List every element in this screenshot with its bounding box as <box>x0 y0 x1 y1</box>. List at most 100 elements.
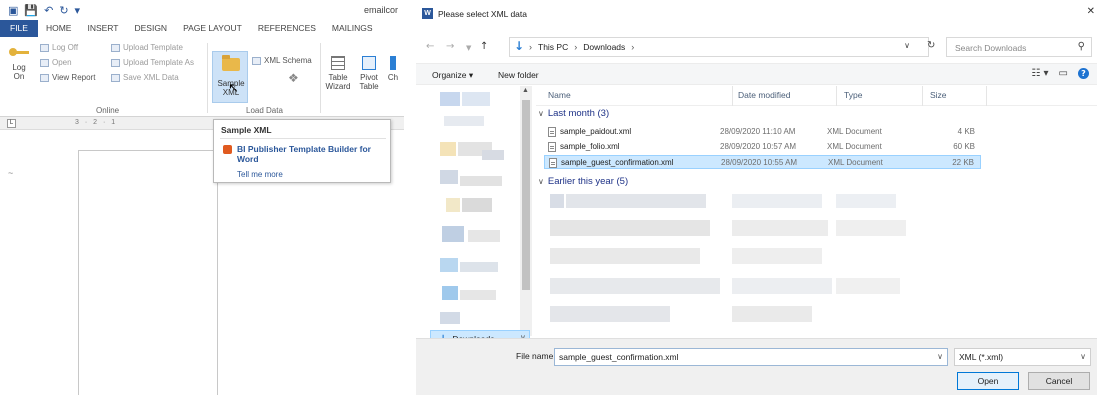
customize-qat-icon[interactable]: ▾ <box>75 4 81 17</box>
preview-pane-icon[interactable]: ▭ <box>1059 68 1068 79</box>
log-off-button[interactable]: Log Off <box>40 43 78 52</box>
scroll-up-icon[interactable]: ▲ <box>522 87 529 94</box>
blurred-file-row <box>836 278 900 294</box>
dialog-title: Please select XML data <box>438 9 527 19</box>
forward-arrow-icon[interactable]: → <box>446 41 454 52</box>
column-size[interactable]: Size <box>930 90 947 100</box>
tab-page-layout[interactable]: PAGE LAYOUT <box>175 20 250 37</box>
recent-locations-chevron-icon[interactable]: ▼ <box>466 44 471 52</box>
save-xml-data-icon <box>111 73 120 82</box>
close-icon[interactable]: ✕ <box>1087 6 1095 17</box>
undo-icon[interactable]: ↶ <box>44 4 53 17</box>
open-button[interactable]: Open <box>957 372 1019 390</box>
up-arrow-icon[interactable]: ↑ <box>480 41 488 52</box>
blurred-nav-item <box>440 142 456 156</box>
margin-marker: ~ <box>8 168 14 178</box>
file-row[interactable]: sample_folio.xml 28/09/2020 10:57 AM XML… <box>544 140 981 154</box>
file-name-input[interactable]: sample_guest_confirmation.xml ∨ <box>554 348 948 366</box>
breadcrumb-separator-icon: › <box>529 42 532 52</box>
tab-file[interactable]: FILE <box>0 20 38 37</box>
upload-template-button[interactable]: Upload Template <box>111 43 183 52</box>
upload-template-as-icon <box>111 58 120 67</box>
file-row-selected[interactable]: sample_guest_confirmation.xml 28/09/2020… <box>544 155 981 169</box>
search-placeholder: Search Downloads <box>955 43 1027 53</box>
column-divider[interactable] <box>732 86 733 106</box>
help-icon[interactable]: ? <box>1078 68 1089 79</box>
navigation-scrollbar[interactable]: ▲ <box>520 86 532 336</box>
chevron-down-icon[interactable]: ∨ <box>937 352 943 361</box>
cancel-button[interactable]: Cancel <box>1028 372 1090 390</box>
file-size: 4 KB <box>957 127 975 136</box>
file-type: XML Document <box>828 158 883 167</box>
tell-me-more-link[interactable]: Tell me more <box>237 170 283 179</box>
dialog-title-bar: W Please select XML data ✕ <box>416 0 1097 28</box>
breadcrumb-this-pc[interactable]: This PC <box>538 42 568 52</box>
tab-references[interactable]: REFERENCES <box>250 20 324 37</box>
log-on-label: Log On <box>12 63 26 81</box>
navigation-pane[interactable] <box>416 86 536 334</box>
group-label-load-data: Load Data <box>246 106 283 115</box>
tab-design[interactable]: DESIGN <box>126 20 175 37</box>
column-date-modified[interactable]: Date modified <box>738 90 790 100</box>
scrollbar-thumb[interactable] <box>522 100 530 290</box>
column-divider[interactable] <box>922 86 923 106</box>
column-name[interactable]: Name <box>548 90 571 100</box>
column-type[interactable]: Type <box>844 90 862 100</box>
column-divider[interactable] <box>986 86 987 106</box>
blurred-file-row <box>566 194 706 208</box>
file-type-select[interactable]: XML (*.xml) ∨ <box>954 348 1091 366</box>
log-off-icon <box>40 43 49 52</box>
group-separator <box>207 43 208 113</box>
back-arrow-icon[interactable]: ← <box>426 41 434 52</box>
group-header-earlier-this-year[interactable]: ∨ Earlier this year (5) <box>538 176 628 187</box>
search-input[interactable]: Search Downloads ⚲ <box>946 37 1092 57</box>
view-report-button[interactable]: View Report <box>40 73 95 82</box>
blurred-file-row <box>732 220 828 236</box>
tab-home[interactable]: HOME <box>38 20 80 37</box>
blurred-nav-item <box>440 170 458 184</box>
file-list[interactable]: Name Date modified Type Size ∨ Last mont… <box>536 86 1097 338</box>
blurred-file-row <box>550 220 710 236</box>
open-file-dialog: W Please select XML data ✕ ← → ▼ ↑ › Thi… <box>416 0 1097 395</box>
blurred-nav-item <box>468 230 500 242</box>
blurred-file-row <box>550 248 700 264</box>
refresh-icon[interactable]: ↻ <box>927 40 935 51</box>
blurred-file-row <box>732 194 822 208</box>
open-button[interactable]: Open <box>40 58 72 67</box>
xml-schema-icon <box>252 56 261 65</box>
key-icon <box>9 47 29 57</box>
xml-file-icon <box>549 158 557 168</box>
upload-template-label: Upload Template <box>123 43 183 52</box>
tab-insert[interactable]: INSERT <box>79 20 126 37</box>
chart-button[interactable]: Ch <box>386 56 400 82</box>
open-label: Open <box>52 58 72 67</box>
file-row[interactable]: sample_paidout.xml 28/09/2020 11:10 AM X… <box>544 125 981 139</box>
blurred-nav-item <box>482 150 504 160</box>
chevron-down-icon: ∨ <box>1080 352 1086 361</box>
tab-selector[interactable]: L <box>7 119 16 128</box>
pivot-table-button[interactable]: Pivot Table <box>356 56 382 91</box>
tooltip-divider <box>220 138 386 139</box>
xml-schema-button[interactable]: XML Schema <box>252 56 312 65</box>
blurred-file-row <box>550 306 670 322</box>
save-icon[interactable]: 💾 <box>24 4 38 17</box>
new-folder-button[interactable]: New folder <box>498 70 539 80</box>
breadcrumb-downloads[interactable]: Downloads <box>583 42 625 52</box>
change-view-icon[interactable]: ☷ ▾ <box>1031 68 1048 79</box>
breadcrumb[interactable]: › This PC › Downloads › ∨ <box>509 37 929 57</box>
chevron-down-icon[interactable]: ∨ <box>904 41 910 50</box>
log-on-button[interactable]: Log On <box>6 43 32 81</box>
blurred-nav-item <box>444 116 484 126</box>
save-xml-data-button[interactable]: Save XML Data <box>111 73 179 82</box>
group-header-last-month[interactable]: ∨ Last month (3) <box>538 108 609 119</box>
blurred-file-row <box>550 278 720 294</box>
column-divider[interactable] <box>836 86 837 106</box>
redo-icon[interactable]: ↻ <box>59 4 68 17</box>
upload-template-as-button[interactable]: Upload Template As <box>111 58 194 67</box>
document-page[interactable] <box>78 150 218 395</box>
tab-mailings[interactable]: MAILINGS <box>324 20 381 37</box>
file-date: 28/09/2020 11:10 AM <box>720 127 796 136</box>
file-size: 60 KB <box>953 142 975 151</box>
table-wizard-button[interactable]: Table Wizard <box>324 56 352 91</box>
organize-button[interactable]: Organize ▾ <box>432 70 473 81</box>
